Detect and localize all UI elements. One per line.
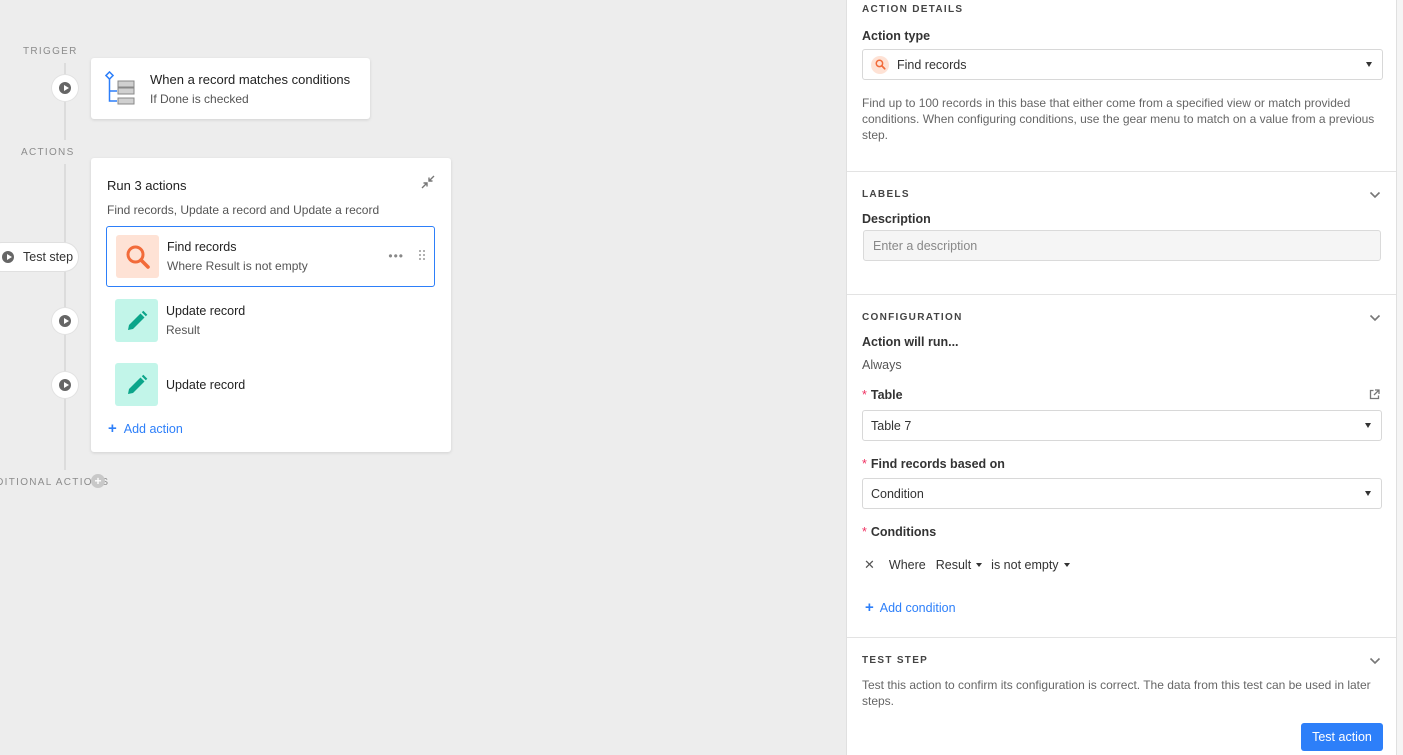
search-icon (126, 245, 150, 269)
find-based-on-value: Condition (871, 486, 924, 501)
caret-down-icon (976, 563, 983, 567)
remove-condition-icon[interactable]: ✕ (864, 557, 875, 573)
conditions-label: * Conditions (862, 525, 937, 539)
action-will-run-label: Action will run... (862, 335, 959, 349)
drag-handle-icon[interactable] (418, 249, 426, 261)
add-condition-button[interactable]: + Add condition (865, 599, 956, 616)
action-config-panel: ACTION DETAILS Action type Find records … (846, 0, 1397, 755)
test-step-header: TEST STEP (862, 655, 929, 666)
action-type-select[interactable]: Find records (862, 49, 1383, 80)
condition-row: ✕ Where Result is not empty (864, 557, 1070, 573)
add-action-label: Add action (123, 421, 183, 436)
action-details-header: ACTION DETAILS (862, 4, 964, 15)
action-title: Update record (166, 304, 246, 318)
plus-icon: + (108, 420, 117, 437)
action-2-run-button[interactable] (52, 308, 78, 334)
actions-group-card: Run 3 actions Find records, Update a rec… (91, 158, 451, 452)
description-input[interactable] (863, 230, 1381, 261)
chevron-down-icon[interactable] (1369, 657, 1381, 665)
test-step-button[interactable]: Test step (0, 243, 78, 271)
actions-section-label: ACTIONS (21, 147, 75, 158)
pencil-icon (127, 374, 147, 394)
action-type-label: Action type (862, 29, 931, 43)
update-record-icon-tile (115, 363, 158, 406)
action-type-description: Find up to 100 records in this base that… (862, 96, 1375, 142)
open-external-icon[interactable] (1369, 389, 1380, 400)
action-title: Update record (166, 377, 246, 392)
test-step-label: Test step (23, 250, 74, 264)
add-conditional-action-icon[interactable]: + (91, 474, 105, 488)
labels-section: LABELS Description (847, 172, 1396, 295)
test-step-description: Test this action to confirm its configur… (862, 678, 1371, 708)
trigger-run-button[interactable] (52, 75, 78, 101)
play-icon (2, 251, 14, 263)
required-marker: * (862, 457, 867, 471)
group-subtitle: Find records, Update a record and Update… (107, 203, 380, 217)
caret-down-icon (1063, 563, 1070, 567)
labels-header: LABELS (862, 189, 910, 200)
action-title: Find records (167, 240, 237, 254)
action-item-update-record[interactable]: Update record Result (106, 290, 435, 351)
action-3-run-button[interactable] (52, 372, 78, 398)
table-select[interactable]: Table 7 (862, 410, 1382, 441)
add-action-button[interactable]: + Add action (108, 420, 183, 437)
action-details-section: ACTION DETAILS Action type Find records … (847, 0, 1396, 172)
description-label: Description (862, 212, 931, 226)
action-type-value: Find records (897, 57, 967, 72)
required-marker: * (862, 388, 867, 402)
action-item-find-records[interactable]: Find records Where Result is not empty •… (106, 226, 435, 287)
add-condition-label: Add condition (879, 600, 956, 615)
play-icon (59, 315, 71, 327)
search-icon (871, 55, 889, 74)
test-action-button[interactable]: Test action (1301, 723, 1383, 751)
find-based-on-select[interactable]: Condition (862, 478, 1382, 509)
required-marker: * (862, 525, 867, 539)
chevron-down-icon[interactable] (1369, 314, 1381, 322)
caret-down-icon (1365, 491, 1371, 496)
trigger-subtitle: If Done is checked (150, 91, 249, 106)
play-icon (59, 82, 71, 94)
action-item-update-record[interactable]: Update record (106, 354, 435, 415)
find-records-icon-tile (116, 235, 159, 278)
table-value: Table 7 (871, 418, 912, 433)
chevron-down-icon[interactable] (1369, 191, 1381, 199)
caret-down-icon (1365, 423, 1371, 428)
action-will-run-value: Always (862, 358, 902, 372)
trigger-title: When a record matches conditions (150, 71, 351, 87)
update-record-icon-tile (115, 299, 158, 342)
automation-canvas: TRIGGER ACTIONS CONDITIONAL ACTIONS Test… (0, 0, 846, 755)
more-icon[interactable]: ••• (388, 249, 404, 263)
caret-down-icon (1366, 62, 1372, 67)
configuration-header: CONFIGURATION (862, 312, 963, 323)
panel-scrollbar[interactable] (1397, 0, 1403, 755)
condition-where: Where (888, 558, 926, 572)
record-conditions-icon (105, 70, 135, 104)
condition-operator-dropdown[interactable]: is not empty (991, 558, 1070, 572)
find-records-based-on-label: * Find records based on (862, 457, 1005, 471)
play-icon (59, 379, 71, 391)
action-subtitle: Result (166, 323, 201, 337)
plus-icon: + (865, 599, 874, 616)
condition-field-dropdown[interactable]: Result (936, 558, 983, 572)
action-subtitle: Where Result is not empty (167, 259, 308, 273)
group-title: Run 3 actions (107, 178, 187, 193)
pencil-icon (127, 310, 147, 330)
collapse-icon[interactable] (421, 175, 435, 189)
table-label: * Table (862, 388, 903, 402)
trigger-card[interactable]: When a record matches conditions If Done… (91, 58, 370, 119)
trigger-section-label: TRIGGER (23, 46, 78, 57)
